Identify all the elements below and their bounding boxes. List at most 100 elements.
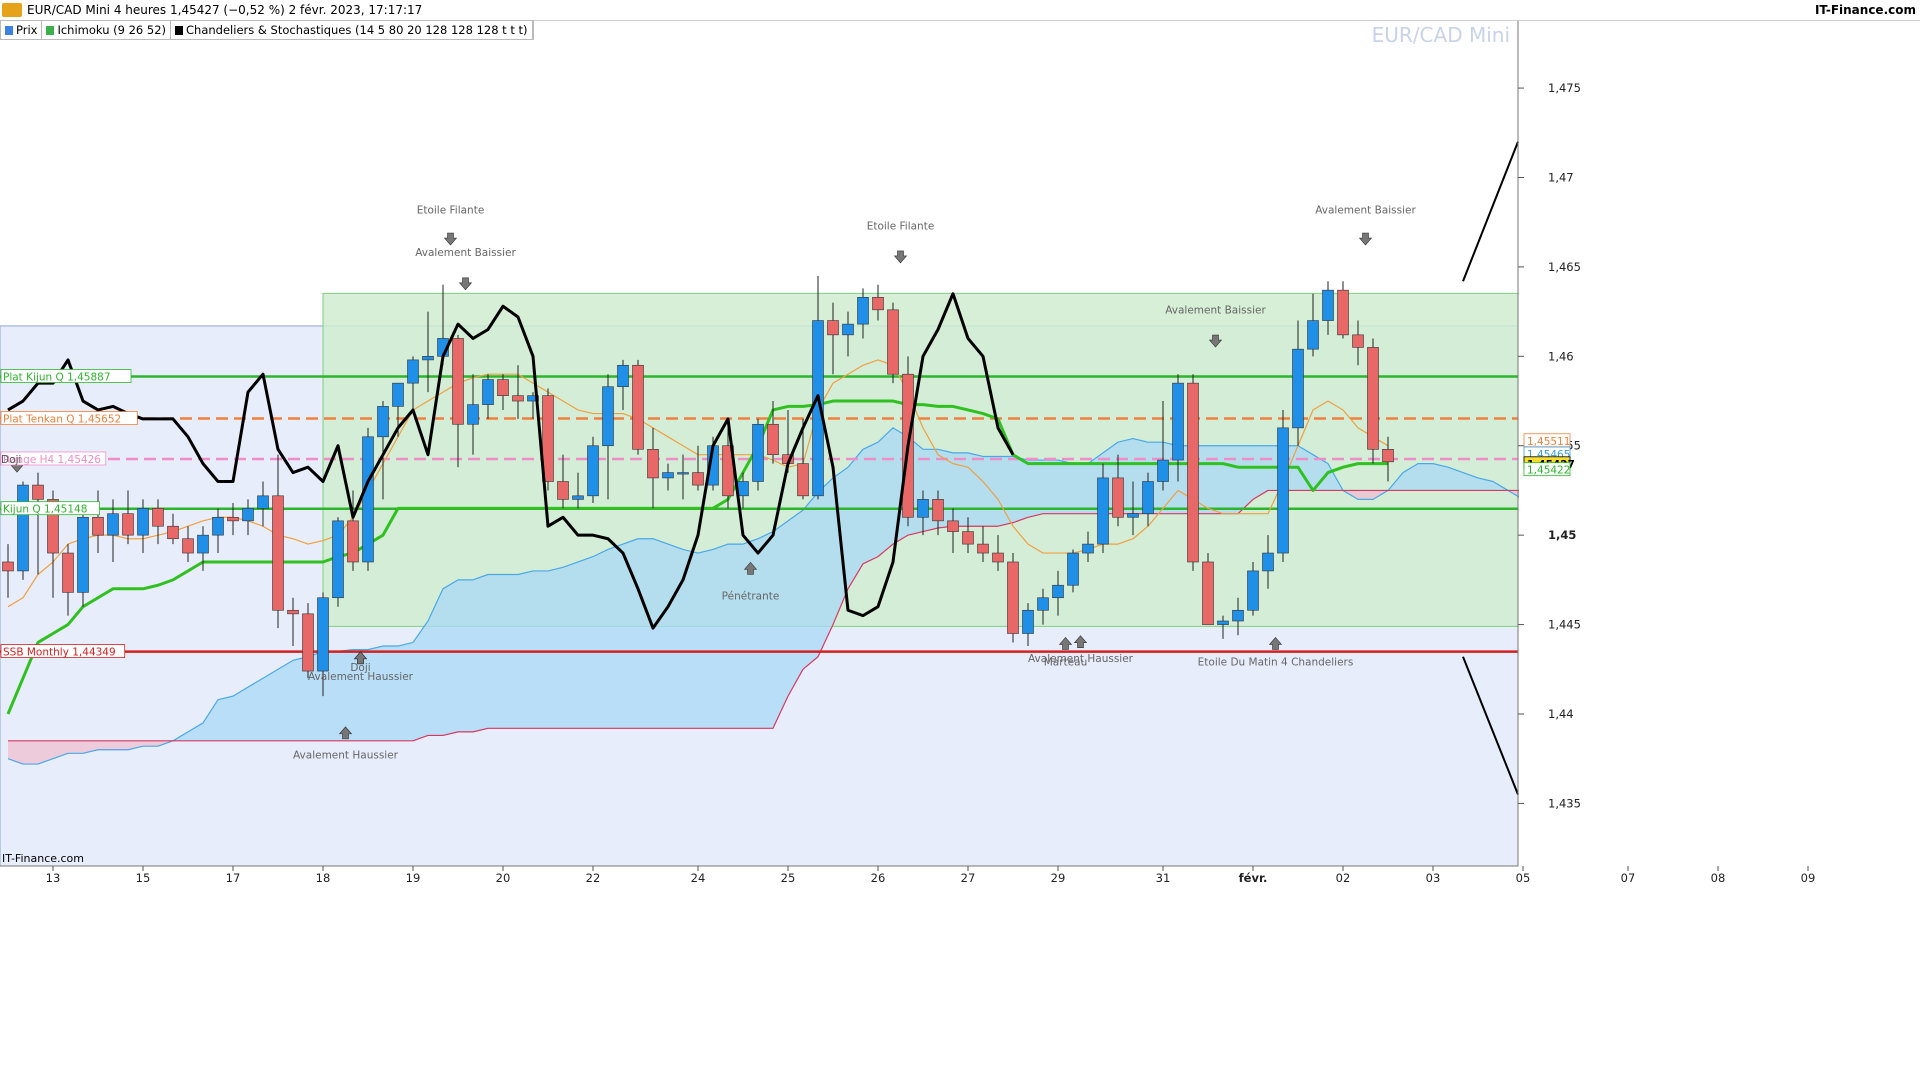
y-tick-label: 1,435 [1548, 796, 1581, 810]
kumo-segment [698, 549, 713, 729]
chandeliers-swatch-icon [175, 26, 184, 35]
candle-body [857, 297, 869, 325]
x-tick-label: 03 [1426, 871, 1441, 885]
kumo-segment [23, 740, 38, 765]
candle-body [1067, 552, 1079, 586]
candle-body [992, 552, 1004, 563]
y-tick-label: 1,465 [1548, 260, 1581, 274]
level-label: Kijun Q 1,45148 [3, 504, 87, 516]
candle-body [482, 379, 494, 405]
candle-body [1382, 449, 1394, 463]
candle-body [407, 359, 419, 384]
legend-item-chandeliers[interactable]: Chandeliers & Stochastiques (14 5 80 20 … [171, 21, 533, 39]
x-tick-label: 18 [316, 871, 331, 885]
kumo-segment [533, 570, 548, 729]
price-chart[interactable]: Etoile Filante Avalement Baissier Etoile F… [0, 0, 1920, 1080]
indicator-legend: Prix Ichimoku (9 26 52) Chandeliers & Stoc… [0, 20, 534, 40]
candle-body [617, 364, 629, 388]
candle-body [797, 463, 809, 497]
kumo-segment [878, 427, 893, 557]
pattern-annotation: Pénétrante [722, 591, 780, 603]
kumo-segment [383, 646, 398, 741]
candle-body [1367, 347, 1379, 450]
candle-body [347, 520, 359, 563]
y-tick-label: 1,44 [1548, 707, 1574, 721]
arrow-shape [443, 232, 458, 246]
kumo-segment [563, 561, 578, 729]
x-tick-label: 13 [46, 871, 61, 885]
candle-body [1037, 597, 1049, 611]
x-tick-label: 20 [496, 871, 511, 885]
candle-body [2, 561, 14, 572]
x-tick-label: 17 [226, 871, 241, 885]
kumo-segment [773, 520, 788, 729]
y-axis-panel [1519, 20, 1920, 1080]
candle-body [287, 609, 299, 615]
candle-body [887, 309, 899, 375]
x-tick-label: 31 [1156, 871, 1171, 885]
candle-body [602, 386, 614, 447]
candle-body [1172, 382, 1184, 461]
candle-body [1157, 459, 1169, 482]
legend-item-ichimoku[interactable]: Ichimoku (9 26 52) [42, 21, 172, 39]
kumo-segment [113, 740, 128, 750]
candle-body [17, 484, 29, 572]
candle-body [467, 404, 479, 425]
candle-body [1187, 382, 1199, 563]
kumo-segment [668, 544, 683, 729]
doji-tag: Doji [1, 454, 21, 466]
arrow-shape [458, 277, 473, 291]
footer-brand: IT-Finance.com [2, 852, 84, 865]
brand-link[interactable]: IT-Finance.com [1815, 0, 1916, 20]
pattern-annotation: Avalement Haussier [1028, 653, 1134, 665]
kumo-segment [1223, 445, 1238, 514]
x-tick-label: 07 [1621, 871, 1636, 885]
candle-body [1232, 609, 1244, 622]
candle-body [392, 382, 404, 407]
candle-body [137, 508, 149, 536]
kumo-segment [968, 452, 983, 527]
candle-body [767, 423, 779, 455]
y-tick-label: 1,445 [1548, 618, 1581, 632]
candle-body [1247, 570, 1259, 611]
candle-body [152, 508, 164, 527]
candle-body [1202, 561, 1214, 625]
arrow-shape [1358, 232, 1373, 246]
candle-body [917, 499, 929, 518]
arrow-shape [893, 250, 908, 264]
kumo-segment [263, 669, 278, 741]
candle-body [377, 406, 389, 438]
candle-body [692, 472, 704, 486]
kumo-segment [1208, 445, 1223, 514]
kumo-segment [578, 556, 593, 729]
candle-body [872, 297, 884, 311]
kumo-segment [1418, 463, 1433, 491]
candle-body [1097, 477, 1109, 545]
candle-body [1127, 513, 1139, 518]
candle-body [647, 449, 659, 479]
x-tick-label: 19 [406, 871, 421, 885]
candle-body [122, 513, 134, 536]
candle-body [167, 525, 179, 540]
price-swatch-icon [5, 26, 13, 35]
candle-body [212, 516, 224, 536]
kumo-segment [1058, 460, 1073, 514]
candle-body [1217, 620, 1229, 625]
kumo-segment [1043, 460, 1058, 514]
candle-body [62, 552, 74, 593]
kumo-segment [278, 660, 293, 741]
x-tick-label: 25 [781, 871, 796, 885]
candle-body [1352, 334, 1364, 348]
legend-item-price[interactable]: Prix [1, 21, 43, 39]
kumo-segment [68, 740, 83, 754]
candle-body [1277, 427, 1289, 554]
candle-body [1082, 543, 1094, 554]
kumo-segment [1433, 463, 1448, 491]
kumo-segment [98, 740, 113, 750]
price-box-label: 1,45511 [1527, 436, 1570, 448]
arrow-down-icon [1358, 232, 1373, 246]
price-box-label: 1,45422 [1527, 465, 1570, 477]
candle-body [227, 516, 239, 522]
candle-body [842, 323, 854, 336]
y-tick-label: 1,475 [1548, 81, 1581, 95]
